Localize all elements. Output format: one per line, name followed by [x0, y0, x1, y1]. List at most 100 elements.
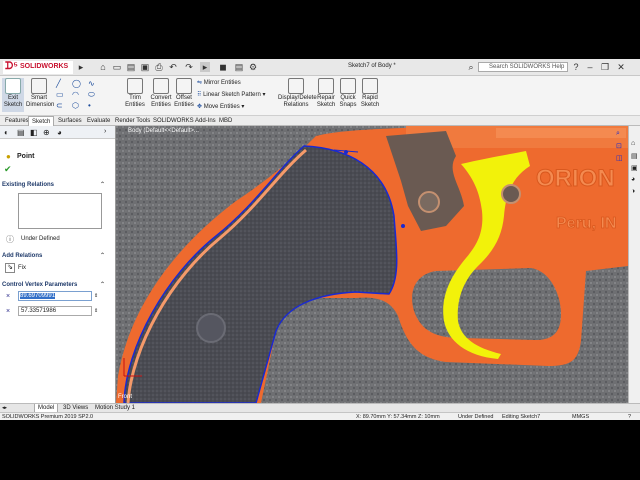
x-value-field[interactable]: 89.69709991: [18, 291, 92, 301]
ds-logo-icon: ᗪ⁵: [5, 61, 18, 72]
config-manager-icon[interactable]: ◧: [30, 128, 38, 137]
y-spin-icon[interactable]: ⇕: [94, 308, 98, 314]
rapid-sketch-label: Rapid Sketch: [360, 95, 380, 108]
design-library-icon[interactable]: ▤: [631, 152, 638, 160]
file-properties-icon[interactable]: ▤: [234, 62, 244, 72]
move-entities-button[interactable]: ✥ Move Entities ▾: [197, 103, 244, 111]
tab-evaluate[interactable]: Evaluate: [84, 116, 113, 126]
sw-resources-icon[interactable]: ⌂: [631, 140, 635, 147]
exit-sketch-button[interactable]: Exit Sketch: [2, 78, 24, 112]
menu-expand-icon[interactable]: ▸: [76, 62, 86, 72]
info-icon: ⓘ: [6, 235, 14, 244]
open-icon[interactable]: ▤: [126, 62, 136, 72]
feature-tree-flyout[interactable]: Body (Default<<Default>...: [116, 126, 236, 136]
fix-relation-button[interactable]: ⇘ Fix: [5, 263, 65, 273]
panel-expand-icon[interactable]: ›: [104, 128, 106, 135]
x-coordinate-icon: ×: [6, 293, 11, 300]
view-orientation-icon[interactable]: ◫: [616, 154, 623, 162]
ellipse-icon[interactable]: ⬭: [88, 89, 95, 100]
sketch-state: Under Defined: [458, 414, 494, 420]
spline-icon[interactable]: ∿: [88, 78, 95, 89]
collapse-icon[interactable]: ⌃: [100, 281, 105, 290]
quick-snaps-button[interactable]: Quick Snaps: [338, 78, 358, 109]
convert-entities-button[interactable]: Convert Entities: [148, 78, 174, 109]
help-icon[interactable]: ?: [628, 413, 631, 421]
x-spin-icon[interactable]: ⇕: [94, 293, 98, 299]
tab-render-tools[interactable]: Render Tools: [112, 116, 153, 126]
tab-nav-icon[interactable]: ◂▸: [2, 405, 7, 411]
control-vertex-header[interactable]: Control Vertex Parameters ⌃: [2, 281, 105, 290]
move-dropdown-icon[interactable]: ▾: [241, 104, 244, 110]
restore-icon[interactable]: ❐: [600, 62, 610, 72]
rapid-sketch-button[interactable]: Rapid Sketch: [360, 78, 380, 109]
slot-icon[interactable]: ⊂: [56, 100, 63, 111]
offset-icon: [176, 78, 192, 94]
collapse-icon[interactable]: ⌃: [100, 181, 105, 190]
tab-mbd[interactable]: MBD: [216, 116, 235, 126]
minimize-icon[interactable]: –: [585, 62, 595, 72]
units-selector[interactable]: MMGS: [572, 413, 589, 421]
property-manager-icon[interactable]: ▤: [17, 128, 25, 137]
undo-icon[interactable]: ↶: [168, 62, 178, 72]
move-icon: ✥: [197, 104, 203, 110]
zoom-area-icon[interactable]: ⊡: [616, 142, 622, 150]
app-logo[interactable]: ᗪ⁵ SOLIDWORKS: [3, 61, 73, 74]
trim-label: Trim Entities: [125, 95, 145, 108]
tab-addins[interactable]: SOLIDWORKS Add-Ins: [150, 116, 219, 126]
editing-state: Editing Sketch7: [502, 414, 541, 420]
command-tabs: Features Sketch Surfaces Evaluate Render…: [0, 116, 640, 127]
offset-entities-button[interactable]: Offset Entities: [174, 78, 194, 109]
mirror-entities-button[interactable]: ⇋ Mirror Entities: [197, 79, 241, 87]
feature-tree-icon[interactable]: ◐: [4, 128, 9, 137]
under-defined-text: Under Defined: [21, 236, 60, 242]
linear-pattern-button[interactable]: ⠿ Linear Sketch Pattern ▾: [197, 91, 265, 99]
exit-sketch-icon: [5, 78, 21, 94]
add-relations-header[interactable]: Add Relations ⌃: [2, 252, 105, 261]
tab-surfaces[interactable]: Surfaces: [55, 116, 85, 126]
graphics-area[interactable]: ORION Peru, IN Body (Default<<Default>..…: [116, 126, 628, 403]
zoom-icon[interactable]: ⌕: [616, 130, 620, 138]
rebuild-icon[interactable]: ◼: [218, 62, 228, 72]
circle-icon[interactable]: ◯: [72, 78, 81, 89]
exit-sketch-label: Exit Sketch: [3, 95, 23, 108]
display-manager-icon[interactable]: ◕: [57, 128, 62, 137]
arc-icon[interactable]: ◠: [72, 89, 79, 100]
y-value-field[interactable]: 57.33571986: [18, 306, 92, 316]
sketch-tools-grid: ╱ ◯ ∿ ▭ ◠ ⬭ ⊂ ⬡ •: [56, 78, 114, 112]
existing-relations-label: Existing Relations: [2, 182, 55, 188]
mirror-label: Mirror Entities: [203, 80, 241, 86]
search-help-input[interactable]: Search SOLIDWORKS Help: [478, 62, 568, 72]
line-icon[interactable]: ╱: [56, 78, 61, 89]
options-gear-icon[interactable]: ⚙: [248, 62, 258, 72]
trim-entities-button[interactable]: Trim Entities: [124, 78, 146, 109]
file-explorer-icon[interactable]: ▣: [631, 164, 638, 172]
display-delete-label: Display/Delete Relations: [278, 95, 317, 108]
ok-check-icon[interactable]: ✔: [4, 164, 12, 175]
new-doc-icon[interactable]: ▭: [112, 62, 122, 72]
search-icon[interactable]: ⌕: [466, 62, 476, 72]
relations-list[interactable]: [18, 193, 102, 229]
close-icon[interactable]: ✕: [616, 62, 626, 72]
point-icon[interactable]: •: [88, 100, 91, 111]
select-icon[interactable]: ▸: [200, 62, 210, 72]
home-icon[interactable]: ⌂: [98, 62, 108, 72]
print-icon[interactable]: ⎙: [154, 62, 164, 72]
spline-control-point[interactable]: [401, 224, 405, 228]
existing-relations-header[interactable]: Existing Relations ⌃: [2, 181, 105, 190]
appearances-icon[interactable]: ◑: [631, 188, 635, 195]
polygon-icon[interactable]: ⬡: [72, 100, 79, 111]
repair-sketch-button[interactable]: Repair Sketch: [316, 78, 336, 109]
dimxpert-icon[interactable]: ⊕: [43, 128, 50, 137]
display-delete-relations-button[interactable]: Display/Delete Relations: [278, 78, 317, 109]
smart-dimension-button[interactable]: Smart Dimension: [26, 78, 54, 109]
pattern-dropdown-icon[interactable]: ▾: [262, 92, 265, 98]
redo-icon[interactable]: ↷: [184, 62, 194, 72]
help-icon[interactable]: ?: [571, 62, 581, 72]
model-canvas[interactable]: ORION Peru, IN: [116, 126, 628, 403]
collapse-icon[interactable]: ⌃: [100, 252, 105, 261]
save-icon[interactable]: ▣: [140, 62, 150, 72]
view-palette-icon[interactable]: ◕: [631, 176, 635, 183]
view-heads-up-toolbar: ⌕ ⊡ ◫: [614, 130, 626, 190]
trigger-pivot-hole: [501, 184, 521, 204]
rectangle-icon[interactable]: ▭: [56, 89, 64, 100]
